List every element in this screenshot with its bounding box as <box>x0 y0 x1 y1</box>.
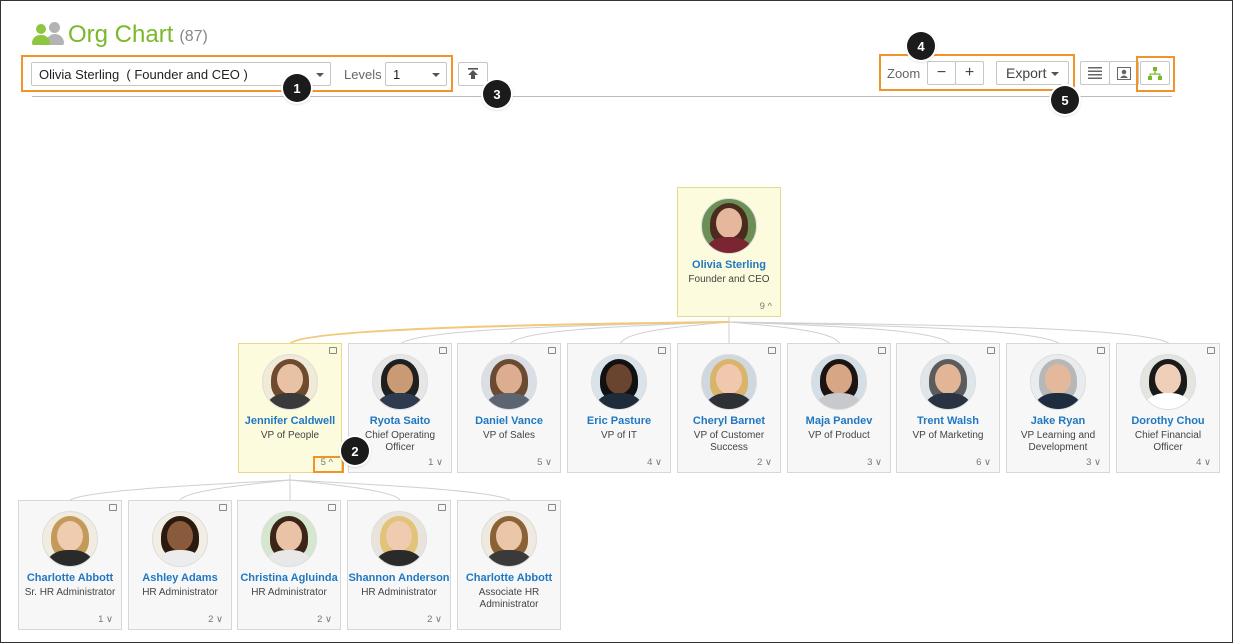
employee-role: VP of IT <box>601 430 637 441</box>
avatar <box>372 354 428 410</box>
comment-icon[interactable] <box>109 504 117 511</box>
avatar <box>1140 354 1196 410</box>
org-card[interactable]: Daniel Vance VP of Sales 5 ∨ <box>457 343 561 473</box>
avatar <box>1030 354 1086 410</box>
org-card-root[interactable]: Olivia Sterling Founder and CEO 9 ^ <box>677 187 781 317</box>
employee-name[interactable]: Jake Ryan <box>1007 415 1109 428</box>
employee-role: VP Learning and Development <box>1020 430 1096 453</box>
direct-reports-toggle[interactable]: 4 ∨ <box>1196 457 1211 468</box>
direct-reports-toggle[interactable]: 9 ^ <box>760 301 772 312</box>
comment-icon[interactable] <box>548 347 556 354</box>
comment-icon[interactable] <box>658 347 666 354</box>
employee-name[interactable]: Shannon Anderson <box>348 572 450 585</box>
avatar <box>152 511 208 567</box>
callout-badge: 1 <box>283 74 311 102</box>
avatar <box>701 198 757 254</box>
callout-badge: 2 <box>341 437 369 465</box>
avatar <box>262 354 318 410</box>
employee-name[interactable]: Trent Walsh <box>897 415 999 428</box>
comment-icon[interactable] <box>987 347 995 354</box>
comment-icon[interactable] <box>219 504 227 511</box>
avatar <box>591 354 647 410</box>
employee-role: VP of Product <box>808 430 870 441</box>
comment-icon[interactable] <box>548 504 556 511</box>
employee-name[interactable]: Olivia Sterling <box>678 259 780 272</box>
employee-role: Founder and CEO <box>688 274 770 285</box>
org-card[interactable]: Eric Pasture VP of IT 4 ∨ <box>567 343 671 473</box>
org-card[interactable]: Dorothy Chou Chief Financial Officer 4 ∨ <box>1116 343 1220 473</box>
callout-badge: 4 <box>907 32 935 60</box>
employee-name[interactable]: Daniel Vance <box>458 415 560 428</box>
employee-name[interactable]: Charlotte Abbott <box>19 572 121 585</box>
direct-reports-toggle[interactable]: 6 ∨ <box>976 457 991 468</box>
comment-icon[interactable] <box>878 347 886 354</box>
org-card[interactable]: Charlotte Abbott Associate HR Administrat… <box>457 500 561 630</box>
employee-role: VP of People <box>260 430 320 441</box>
comment-icon[interactable] <box>438 504 446 511</box>
employee-role: Chief Financial Officer <box>1134 430 1202 453</box>
employee-role: HR Administrator <box>142 587 218 598</box>
org-card[interactable]: Shannon Anderson HR Administrator 2 ∨ <box>347 500 451 630</box>
employee-role: HR Administrator <box>251 587 327 598</box>
direct-reports-toggle[interactable]: 2 ∨ <box>757 457 772 468</box>
direct-reports-toggle[interactable]: 1 ∨ <box>428 457 443 468</box>
employee-role: HR Administrator <box>361 587 437 598</box>
comment-icon[interactable] <box>768 347 776 354</box>
comment-icon[interactable] <box>1207 347 1215 354</box>
comment-icon[interactable] <box>329 347 337 354</box>
direct-reports-toggle[interactable]: 2 ∨ <box>208 614 223 625</box>
employee-name[interactable]: Ryota Saito <box>349 415 451 428</box>
direct-reports-toggle[interactable]: 3 ∨ <box>1086 457 1101 468</box>
avatar <box>261 511 317 567</box>
avatar <box>42 511 98 567</box>
employee-role: VP of Marketing <box>912 430 984 441</box>
highlight-expand-toggle <box>313 456 344 473</box>
employee-role: Sr. HR Administrator <box>24 587 116 598</box>
avatar <box>920 354 976 410</box>
org-card[interactable]: Christina Agluinda HR Administrator 2 ∨ <box>237 500 341 630</box>
avatar <box>481 354 537 410</box>
employee-role: Associate HR Administrator <box>478 587 540 610</box>
org-card[interactable]: Cheryl Barnet VP of Customer Success 2 ∨ <box>677 343 781 473</box>
avatar <box>481 511 537 567</box>
direct-reports-toggle[interactable]: 5 ∨ <box>537 457 552 468</box>
employee-name[interactable]: Cheryl Barnet <box>678 415 780 428</box>
employee-role: VP of Customer Success <box>693 430 765 453</box>
employee-name[interactable]: Charlotte Abbott <box>458 572 560 585</box>
employee-name[interactable]: Maja Pandev <box>788 415 890 428</box>
direct-reports-toggle[interactable]: 1 ∨ <box>98 614 113 625</box>
org-card[interactable]: Jennifer Caldwell VP of People 5 ^ <box>238 343 342 473</box>
org-card[interactable]: Maja Pandev VP of Product 3 ∨ <box>787 343 891 473</box>
employee-name[interactable]: Ashley Adams <box>129 572 231 585</box>
avatar <box>811 354 867 410</box>
employee-name[interactable]: Dorothy Chou <box>1117 415 1219 428</box>
org-card[interactable]: Jake Ryan VP Learning and Development 3 ∨ <box>1006 343 1110 473</box>
direct-reports-toggle[interactable]: 2 ∨ <box>427 614 442 625</box>
comment-icon[interactable] <box>328 504 336 511</box>
callout-badge: 3 <box>483 80 511 108</box>
org-card[interactable]: Charlotte Abbott Sr. HR Administrator 1 ∨ <box>18 500 122 630</box>
employee-role: VP of Sales <box>482 430 536 441</box>
employee-name[interactable]: Jennifer Caldwell <box>239 415 341 428</box>
employee-name[interactable]: Eric Pasture <box>568 415 670 428</box>
direct-reports-toggle[interactable]: 3 ∨ <box>867 457 882 468</box>
avatar <box>701 354 757 410</box>
employee-name[interactable]: Christina Agluinda <box>238 572 340 585</box>
comment-icon[interactable] <box>439 347 447 354</box>
comment-icon[interactable] <box>1097 347 1105 354</box>
callout-badge: 5 <box>1051 86 1079 114</box>
avatar <box>371 511 427 567</box>
direct-reports-toggle[interactable]: 4 ∨ <box>647 457 662 468</box>
org-card[interactable]: Trent Walsh VP of Marketing 6 ∨ <box>896 343 1000 473</box>
org-card[interactable]: Ashley Adams HR Administrator 2 ∨ <box>128 500 232 630</box>
direct-reports-toggle[interactable]: 2 ∨ <box>317 614 332 625</box>
